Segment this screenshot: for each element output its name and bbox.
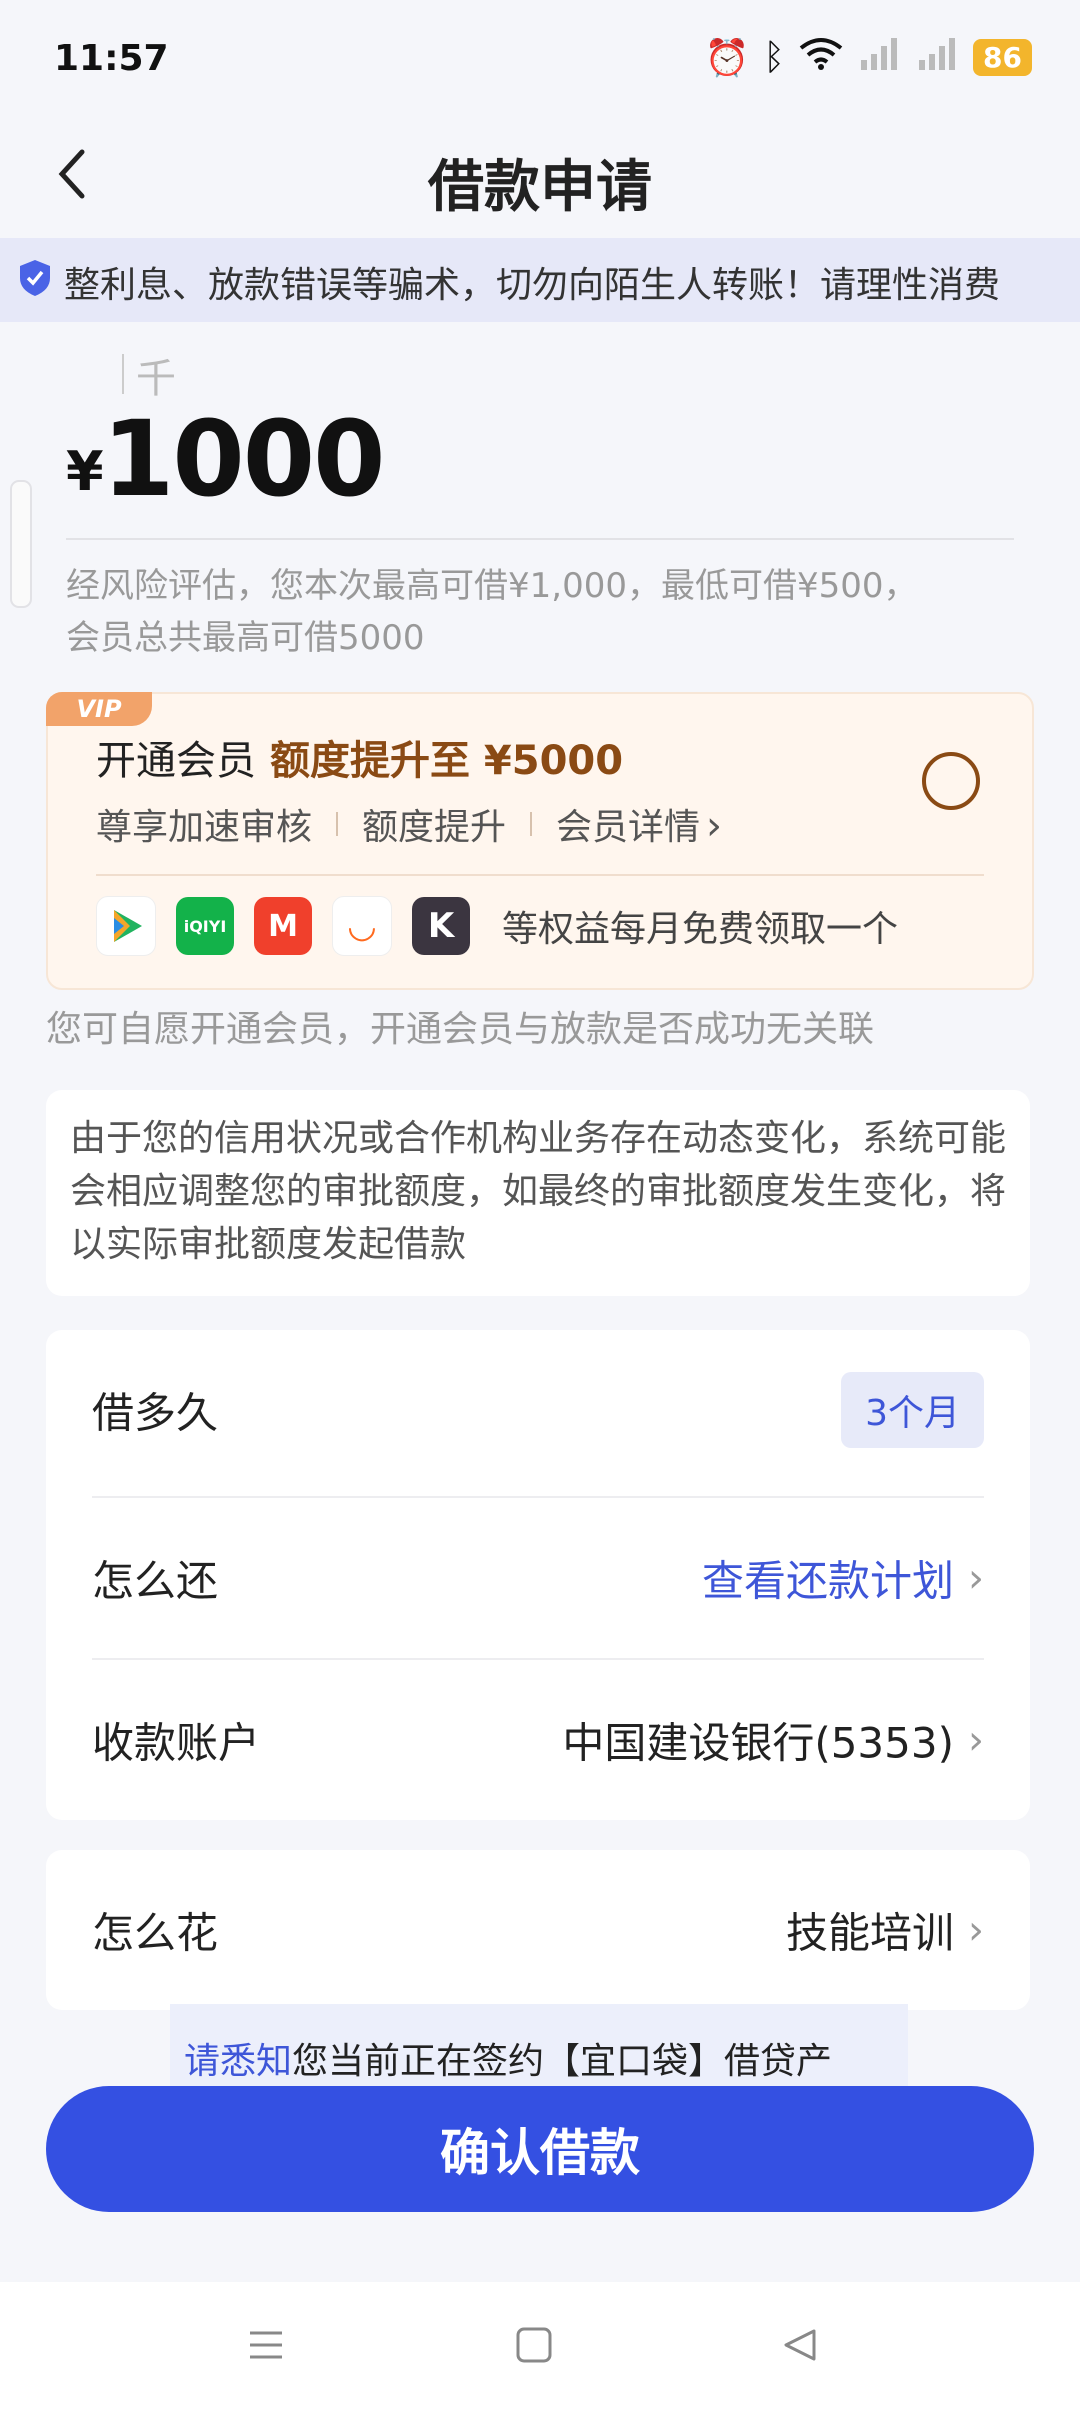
- row-term[interactable]: 借多久 3个月: [92, 1330, 984, 1490]
- vip-benefit-2: 额度提升: [362, 807, 507, 848]
- purpose-label: 怎么花: [92, 1908, 219, 1958]
- chevron-right-icon: ›: [706, 803, 723, 849]
- vip-apps-desc: 等权益每月免费领取一个: [502, 909, 899, 950]
- status-time: 11:57: [54, 38, 169, 79]
- loan-form-card: 借多久 3个月 怎么还 查看还款计划 › 收款账户 中国建设银行(5353) ›: [46, 1330, 1030, 1820]
- account-label: 收款账户: [92, 1718, 261, 1768]
- vip-badge: VIP: [46, 692, 152, 726]
- purpose-value[interactable]: 技能培训 ›: [786, 1900, 984, 1961]
- vip-title: 开通会员 额度提升至 ¥5000: [96, 728, 623, 786]
- nav-bar: 借款申请: [0, 124, 1080, 238]
- term-tag[interactable]: 3个月: [841, 1372, 984, 1448]
- vip-title-text: 开通会员: [96, 738, 256, 784]
- account-value[interactable]: 中国建设银行(5353) ›: [562, 1710, 984, 1771]
- chevron-right-icon: ›: [968, 1907, 984, 1953]
- repay-plan-link[interactable]: 查看还款计划 ›: [702, 1548, 984, 1609]
- signal-icon-2: [915, 36, 959, 79]
- alarm-icon: ⏰: [704, 37, 750, 79]
- page-title: 借款申请: [428, 155, 652, 220]
- status-icons: ⏰ ᛒ 86: [705, 36, 1032, 79]
- chevron-right-icon: ›: [968, 1717, 984, 1763]
- consent-text: 您当前正在签约【宜口袋】借贷产: [292, 2041, 833, 2082]
- benefit-divider: [336, 812, 339, 836]
- vip-details-link[interactable]: 会员详情 ›: [556, 798, 722, 850]
- vip-benefits: 尊享加速审核 额度提升 会员详情 ›: [96, 798, 722, 850]
- currency-symbol: ¥: [66, 440, 104, 503]
- vip-app-benefits: iQIYI M ◡ K 等权益每月免费领取一个: [96, 896, 898, 956]
- repay-label: 怎么还: [92, 1556, 219, 1606]
- tencent-video-icon: [96, 896, 156, 956]
- iqiyi-icon: iQIYI: [176, 897, 234, 955]
- term-label: 借多久: [92, 1388, 219, 1438]
- vip-divider: [96, 874, 984, 876]
- loan-amount-section: 千 ¥ 1000 经风险评估，您本次最高可借¥1,000，最低可借¥500，会员…: [0, 322, 1080, 682]
- vip-membership-card[interactable]: VIP 开通会员 额度提升至 ¥5000 尊享加速审核 额度提升 会员详情 › iQ…: [46, 692, 1034, 990]
- consent-link[interactable]: 请悉知: [184, 2041, 292, 2082]
- amount-description: 经风险评估，您本次最高可借¥1,000，最低可借¥500，会员总共最高可借500…: [66, 566, 918, 658]
- row-account[interactable]: 收款账户 中国建设银行(5353) ›: [92, 1660, 984, 1820]
- credit-info-card: 由于您的信用状况或合作机构业务存在动态变化，系统可能会相应调整您的审批额度，如最…: [46, 1090, 1030, 1296]
- fraud-notice-bar: 整利息、放款错误等骗术，切勿向陌生人转账！请理性消费: [0, 238, 1080, 322]
- amount-underline: [66, 538, 1014, 540]
- system-nav-bar: [0, 2282, 1080, 2412]
- chevron-right-icon: ›: [968, 1555, 984, 1601]
- back-nav-icon[interactable]: [780, 2322, 820, 2376]
- didi-icon: ◡: [332, 896, 392, 956]
- mango-tv-icon: M: [254, 897, 312, 955]
- back-icon[interactable]: [52, 144, 92, 218]
- row-repay[interactable]: 怎么还 查看还款计划 ›: [92, 1498, 984, 1658]
- vip-benefit-1: 尊享加速审核: [96, 807, 313, 848]
- menu-icon[interactable]: [246, 2322, 286, 2376]
- vip-note: 您可自愿开通会员，开通会员与放款是否成功无关联: [46, 1009, 875, 1050]
- bluetooth-icon: ᛒ: [763, 37, 786, 78]
- credit-info-text: 由于您的信用状况或合作机构业务存在动态变化，系统可能会相应调整您的审批额度，如最…: [70, 1118, 1007, 1265]
- status-bar: 11:57 ⏰ ᛒ 86: [0, 0, 1080, 124]
- loan-amount-input[interactable]: 1000: [102, 398, 385, 520]
- loan-purpose-card: 怎么花 技能培训 ›: [46, 1850, 1030, 2010]
- home-icon[interactable]: [514, 2322, 554, 2376]
- vip-highlight: 额度提升至 ¥5000: [270, 738, 624, 784]
- term-value[interactable]: 3个月: [841, 1372, 984, 1448]
- amount-unit-hint: 千: [122, 346, 176, 404]
- k-app-icon: K: [412, 897, 470, 955]
- vip-select-radio[interactable]: [922, 752, 980, 810]
- battery-icon: 86: [973, 39, 1032, 76]
- scroll-handle[interactable]: [10, 480, 32, 608]
- confirm-loan-button[interactable]: 确认借款: [46, 2086, 1034, 2212]
- notice-text: 整利息、放款错误等骗术，切勿向陌生人转账！请理性消费: [64, 265, 1001, 306]
- wifi-icon: [799, 36, 843, 79]
- signal-icon: [857, 36, 901, 79]
- shield-icon: [18, 258, 52, 298]
- consent-text-wrap: 请悉知您当前正在签约【宜口袋】借贷产: [184, 2032, 832, 2084]
- row-purpose[interactable]: 怎么花 技能培训 ›: [92, 1850, 984, 2010]
- benefit-divider: [530, 812, 533, 836]
